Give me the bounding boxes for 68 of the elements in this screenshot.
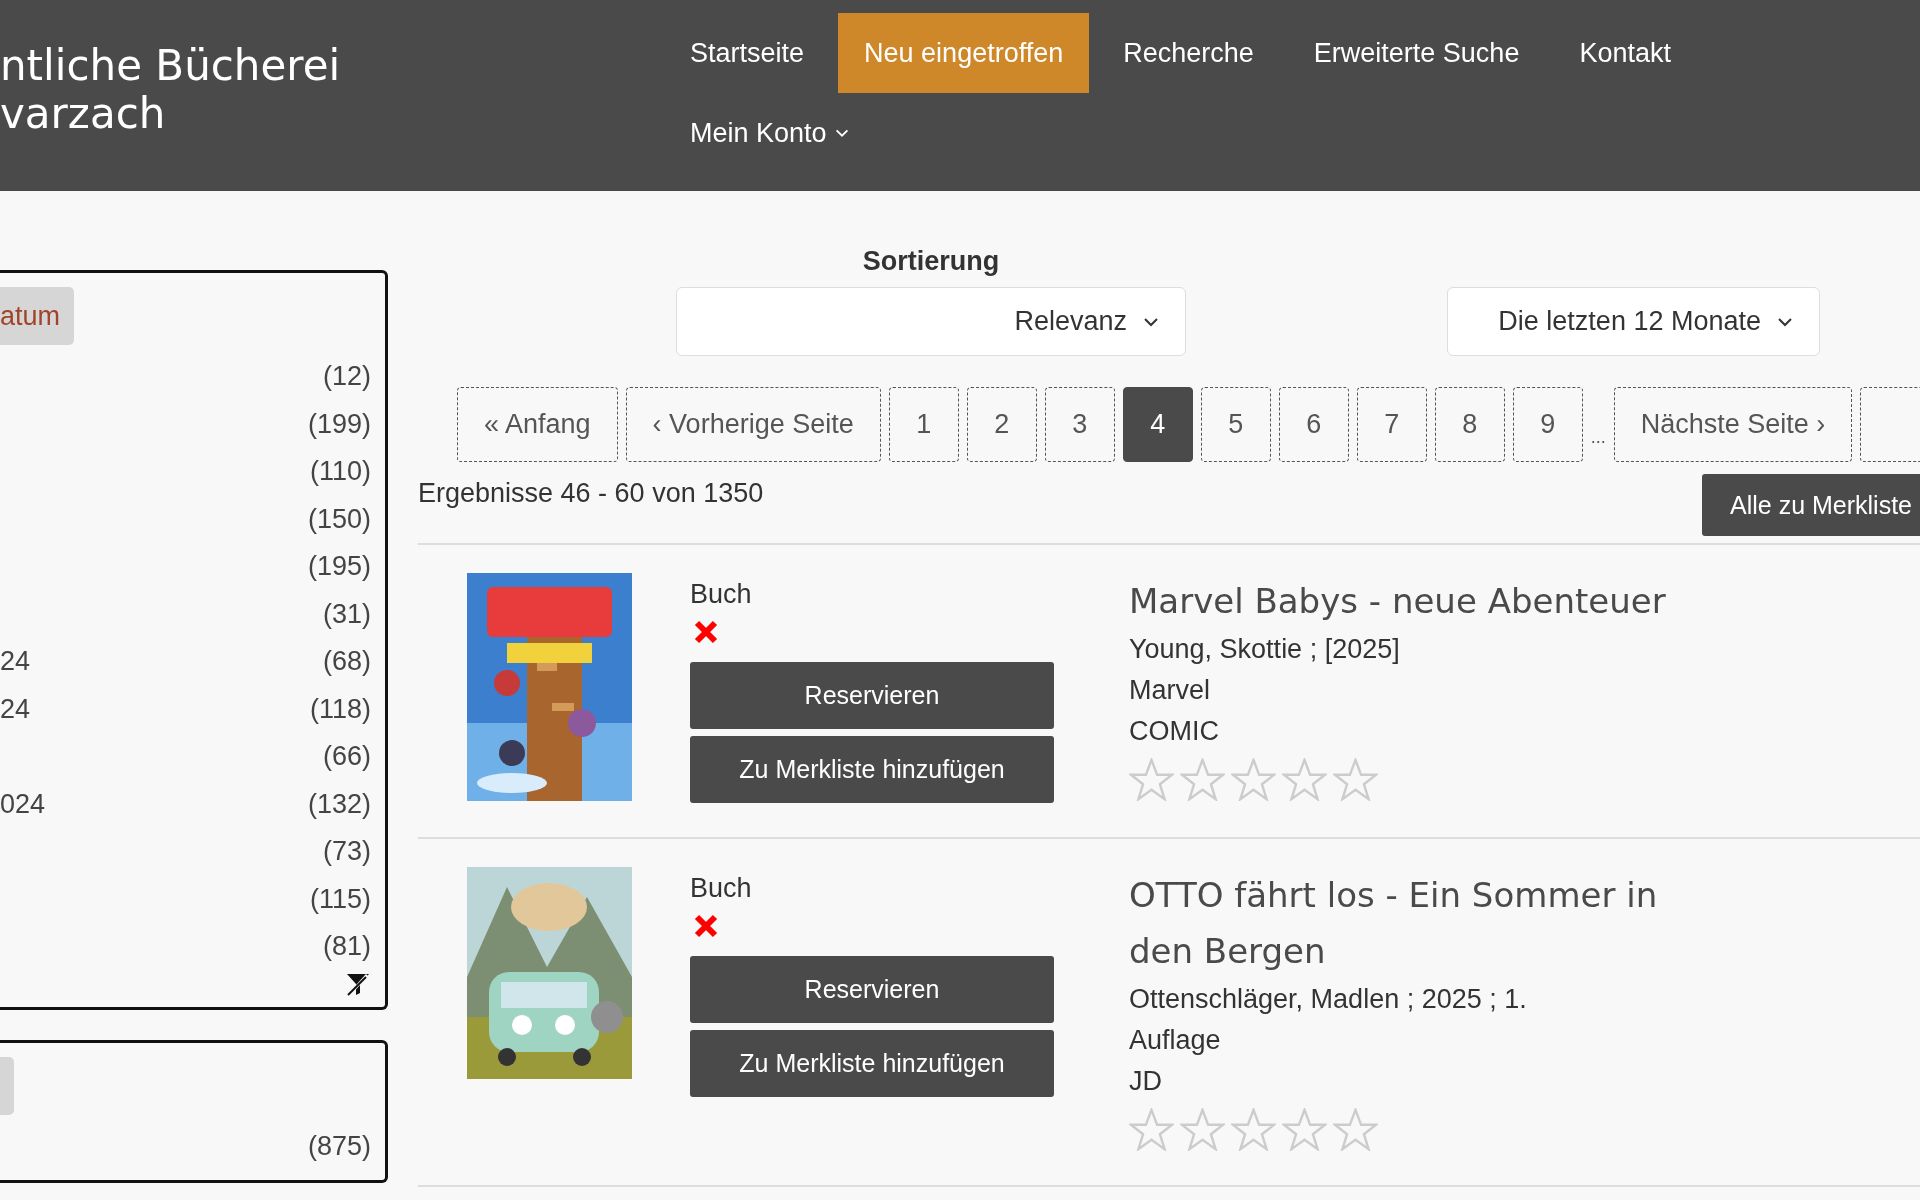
filter-count: (118) bbox=[309, 693, 371, 725]
filter-count: (875) bbox=[307, 1130, 371, 1162]
nav-item[interactable]: Startseite bbox=[664, 13, 831, 93]
star-icon[interactable] bbox=[1333, 758, 1378, 801]
site-title[interactable]: varzach bbox=[0, 90, 664, 138]
filter-label[interactable]: 24 bbox=[0, 646, 31, 678]
result-detail: JD bbox=[1129, 1065, 1163, 1098]
pagination-ellipsis: ... bbox=[1590, 427, 1606, 449]
page-button[interactable]: 4 bbox=[1122, 387, 1193, 462]
star-icon[interactable] bbox=[1333, 1108, 1378, 1151]
page-button[interactable]: 8 bbox=[1434, 387, 1505, 462]
filter-chip[interactable] bbox=[0, 1056, 14, 1115]
nav-item[interactable]: Recherche bbox=[1097, 13, 1280, 93]
filter-count: (199) bbox=[307, 408, 371, 440]
result-detail: Young, Skottie ; [2025] bbox=[1129, 633, 1401, 666]
page-button[interactable]: 9 bbox=[1512, 387, 1583, 462]
nav-item[interactable]: Erweiterte Suche bbox=[1287, 13, 1546, 93]
page-button[interactable]: 6 bbox=[1278, 387, 1349, 462]
result-detail: Ottenschläger, Madlen ; 2025 ; 1. Auflage bbox=[1129, 983, 1528, 1057]
filter-count: (12) bbox=[323, 361, 371, 393]
results-summary: Ergebnisse 46 - 60 von 1350 bbox=[418, 477, 764, 509]
page-button[interactable]: 3 bbox=[1044, 387, 1115, 462]
media-type: Buch bbox=[690, 872, 753, 904]
sort-select[interactable]: Relevanz bbox=[676, 287, 1186, 356]
site-title[interactable]: ntliche Bücherei bbox=[0, 42, 664, 90]
star-icon[interactable] bbox=[1129, 1108, 1174, 1151]
filter-label[interactable]: 24 bbox=[0, 693, 31, 725]
result-title[interactable]: OTTO fährt los - Ein Sommer in den Bergen bbox=[1129, 867, 1729, 979]
filter-count: (110) bbox=[309, 456, 371, 488]
page-button[interactable]: 2 bbox=[966, 387, 1037, 462]
reserve-button[interactable]: Reservieren bbox=[690, 662, 1054, 729]
page-button[interactable]: « Anfang bbox=[457, 387, 618, 462]
page-button[interactable] bbox=[1860, 387, 1920, 462]
add-to-list-button[interactable]: Zu Merkliste hinzufügen bbox=[690, 736, 1054, 803]
filter-count: (81) bbox=[323, 931, 371, 963]
result-detail: COMIC bbox=[1129, 715, 1220, 748]
star-icon[interactable] bbox=[1231, 1108, 1276, 1151]
result-title[interactable]: Marvel Babys - neue Abenteuer bbox=[1129, 573, 1729, 629]
star-icon[interactable] bbox=[1129, 758, 1174, 801]
filter-count: (195) bbox=[307, 551, 371, 583]
star-icon[interactable] bbox=[1180, 1108, 1225, 1151]
add-all-to-list-button[interactable]: Alle zu Merkliste bbox=[1702, 474, 1920, 536]
reserve-button[interactable]: Reservieren bbox=[690, 956, 1054, 1023]
filter-count: (66) bbox=[323, 741, 371, 773]
page-button[interactable]: 7 bbox=[1356, 387, 1427, 462]
media-type: Buch bbox=[690, 578, 753, 610]
star-icon[interactable] bbox=[1282, 758, 1327, 801]
star-icon[interactable] bbox=[1282, 1108, 1327, 1151]
filter-count: (68) bbox=[323, 646, 371, 678]
filter-count: (115) bbox=[309, 883, 371, 915]
filter-label[interactable]: 024 bbox=[0, 788, 46, 820]
result-detail: Marvel bbox=[1129, 674, 1211, 707]
filter-chip[interactable]: atum bbox=[0, 287, 75, 345]
page-button[interactable]: Nächste Seite › bbox=[1613, 387, 1853, 462]
filter-count: (31) bbox=[323, 598, 371, 630]
filter-count: (150) bbox=[307, 503, 371, 535]
sort-label: Sortierung bbox=[862, 246, 1000, 277]
add-to-list-button[interactable]: Zu Merkliste hinzufügen bbox=[690, 1030, 1054, 1097]
page-button[interactable]: ‹ Vorherige Seite bbox=[625, 387, 881, 462]
nav-item[interactable]: Mein Konto bbox=[664, 93, 877, 173]
filter-count: (73) bbox=[323, 836, 371, 868]
star-icon[interactable] bbox=[1180, 758, 1225, 801]
period-select[interactable]: Die letzten 12 Monate bbox=[1447, 287, 1820, 356]
nav-item[interactable]: Kontakt bbox=[1553, 13, 1697, 93]
page-button[interactable]: 5 bbox=[1200, 387, 1271, 462]
page-button[interactable]: 1 bbox=[888, 387, 959, 462]
filter-count: (132) bbox=[307, 788, 371, 820]
star-icon[interactable] bbox=[1231, 758, 1276, 801]
